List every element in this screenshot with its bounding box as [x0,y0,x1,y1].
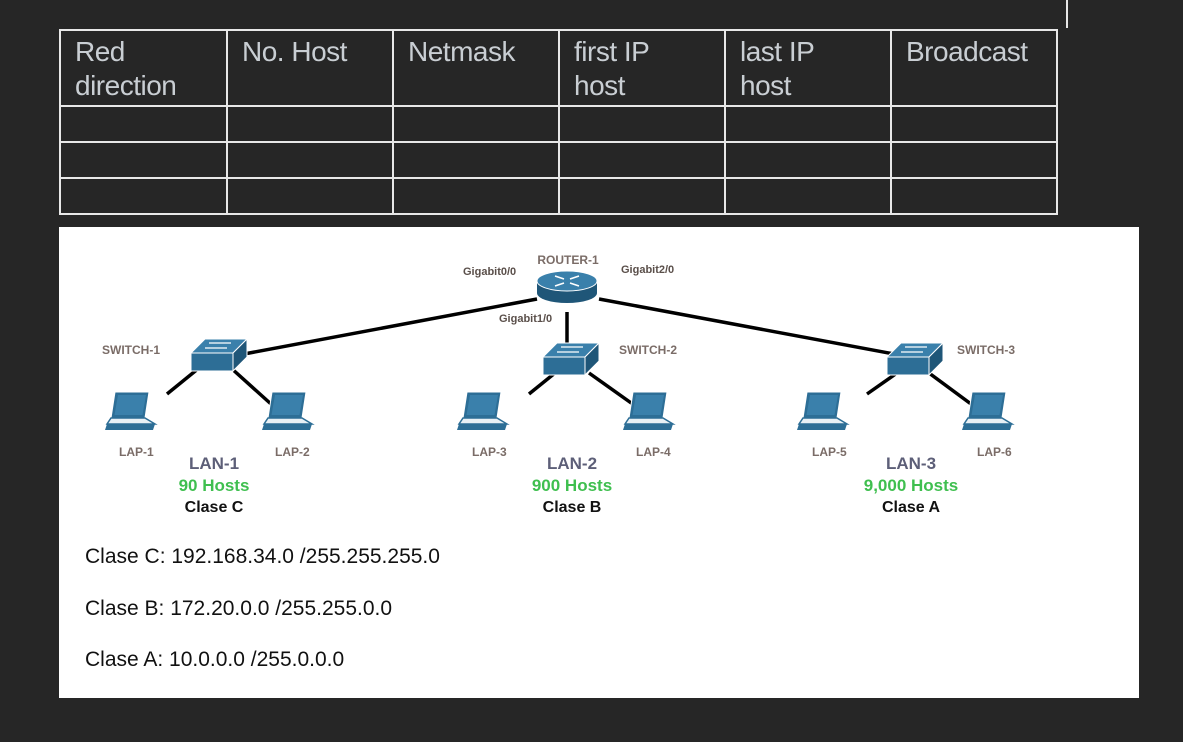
laptop-label: LAP-2 [275,445,310,459]
table-row [59,105,1058,143]
laptop-label: LAP-5 [812,445,847,459]
table-cell[interactable] [59,105,228,143]
table-cell[interactable] [724,105,892,143]
laptop-icon [961,391,1013,431]
table-cell[interactable] [226,141,394,179]
header-first-ip-host: first IP host [558,29,726,107]
table-header-row: Red direction No. Host Netmask first IP ho… [59,29,1058,107]
header-netmask: Netmask [392,29,560,107]
link-switch1-lap2 [229,366,273,406]
network-diagram-image: ROUTER-1 Gigabit0/0 Gigabit1/0 Gigabit2/… [59,227,1139,698]
table-cell[interactable] [558,177,726,215]
laptop-icon [796,391,848,431]
subnet-table: Red direction No. Host Netmask first IP ho… [59,29,1058,215]
switch-icon [542,342,600,376]
lan-clase: Clase C [185,499,244,516]
network-topology: ROUTER-1 Gigabit0/0 Gigabit1/0 Gigabit2/… [102,253,1015,516]
table-cell[interactable] [558,141,726,179]
switch-icon [190,338,248,372]
interface-label: Gigabit1/0 [499,313,552,325]
laptop-label: LAP-3 [472,445,507,459]
link-switch3-lap6 [927,371,973,406]
header-no-host: No. Host [226,29,394,107]
table-cell[interactable] [724,141,892,179]
table-cell[interactable] [226,105,394,143]
switch-label: SWITCH-2 [619,343,677,357]
laptop-label: LAP-1 [119,445,154,459]
link-switch2-lap3 [527,371,557,396]
table-cell[interactable] [890,177,1058,215]
table-cell[interactable] [890,141,1058,179]
link-switch3-lap5 [865,371,899,396]
switch-label: SWITCH-1 [102,343,160,357]
text-cursor [1066,0,1068,28]
link-switch2-lap4 [587,371,636,407]
table-cell[interactable] [392,141,560,179]
table-cell[interactable] [724,177,892,215]
switch-icon [886,342,944,376]
lan-name: LAN-2 [547,454,597,473]
lan-clase: Clase A [882,499,941,516]
class-info-b: Clase B: 172.20.0.0 /255.255.0.0 [85,597,393,620]
class-info-a: Clase A: 10.0.0.0 /255.0.0.0 [85,648,345,671]
table-cell[interactable] [59,141,228,179]
laptop-icon [261,391,313,431]
laptop-label: LAP-6 [977,445,1012,459]
class-info-c: Clase C: 192.168.34.0 /255.255.255.0 [85,545,440,568]
table-cell[interactable] [59,177,228,215]
table-cell[interactable] [226,177,394,215]
laptop-label: LAP-4 [636,445,671,459]
laptop-icon [622,391,674,431]
header-broadcast: Broadcast [890,29,1058,107]
table-cell[interactable] [558,105,726,143]
table-cell[interactable] [890,105,1058,143]
interface-label: Gigabit2/0 [621,264,674,276]
table-row [59,141,1058,179]
switch-label: SWITCH-3 [957,343,1015,357]
router-label: ROUTER-1 [537,253,599,267]
lan-hosts: 9,000 Hosts [864,476,959,495]
interface-label: Gigabit0/0 [463,266,516,278]
header-red-direction: Red direction [59,29,228,107]
lan-hosts: 90 Hosts [179,476,250,495]
router-icon [536,270,598,304]
lan-name: LAN-3 [886,454,936,473]
lan-clase: Clase B [543,499,602,516]
laptop-icon [456,391,508,431]
table-row [59,177,1058,215]
lan-hosts: 900 Hosts [532,476,612,495]
laptop-icon [104,391,156,431]
link-switch1-lap1 [165,366,201,396]
lan-name: LAN-1 [189,454,239,473]
table-cell[interactable] [392,105,560,143]
header-last-ip-host: last IP host [724,29,892,107]
link-router-switch1 [243,297,538,356]
table-cell[interactable] [392,177,560,215]
